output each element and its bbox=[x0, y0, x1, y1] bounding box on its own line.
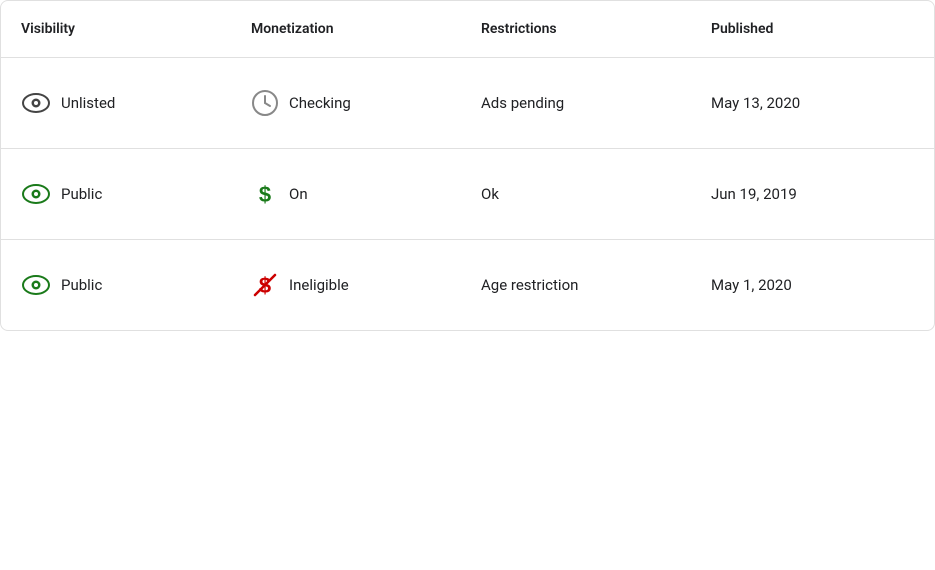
table-row: Public $ On Ok Jun 19, 2019 bbox=[1, 149, 934, 240]
published-cell: May 13, 2020 bbox=[691, 94, 921, 112]
eye-public-icon bbox=[21, 179, 51, 209]
restrictions-cell: Age restriction bbox=[461, 276, 691, 294]
visibility-cell: Public bbox=[1, 270, 231, 300]
visibility-cell: Public bbox=[1, 179, 231, 209]
visibility-label: Public bbox=[61, 185, 102, 203]
restrictions-value: Ok bbox=[481, 185, 499, 203]
table-header: Visibility Monetization Restrictions Pub… bbox=[1, 1, 934, 58]
header-restrictions: Restrictions bbox=[461, 15, 691, 43]
published-cell: Jun 19, 2019 bbox=[691, 185, 921, 203]
published-value: Jun 19, 2019 bbox=[711, 185, 797, 203]
visibility-cell: Unlisted bbox=[1, 88, 231, 118]
monetization-cell: Checking bbox=[231, 89, 461, 117]
restrictions-cell: Ads pending bbox=[461, 94, 691, 112]
restrictions-cell: Ok bbox=[461, 185, 691, 203]
dollar-off-icon: $ bbox=[251, 271, 279, 299]
monetization-label: On bbox=[289, 185, 308, 203]
restrictions-value: Ads pending bbox=[481, 94, 564, 112]
visibility-label: Unlisted bbox=[61, 94, 115, 112]
video-table: Visibility Monetization Restrictions Pub… bbox=[0, 0, 935, 331]
monetization-label: Checking bbox=[289, 94, 351, 112]
header-monetization: Monetization bbox=[231, 15, 461, 43]
monetization-cell: $ On bbox=[231, 180, 461, 208]
monetization-label: Ineligible bbox=[289, 276, 349, 294]
svg-text:$: $ bbox=[259, 182, 271, 207]
eye-unlisted-icon bbox=[21, 88, 51, 118]
published-value: May 13, 2020 bbox=[711, 94, 800, 112]
restrictions-value: Age restriction bbox=[481, 276, 578, 294]
clock-icon bbox=[251, 89, 279, 117]
table-row: Unlisted Checking Ads pending May 13, 20… bbox=[1, 58, 934, 149]
visibility-label: Public bbox=[61, 276, 102, 294]
table-row: Public $ Ineligible Age restriction May … bbox=[1, 240, 934, 330]
dollar-on-icon: $ bbox=[251, 180, 279, 208]
header-published: Published bbox=[691, 15, 921, 43]
monetization-cell: $ Ineligible bbox=[231, 271, 461, 299]
published-cell: May 1, 2020 bbox=[691, 276, 921, 294]
eye-public-icon bbox=[21, 270, 51, 300]
header-visibility: Visibility bbox=[1, 15, 231, 43]
published-value: May 1, 2020 bbox=[711, 276, 792, 294]
